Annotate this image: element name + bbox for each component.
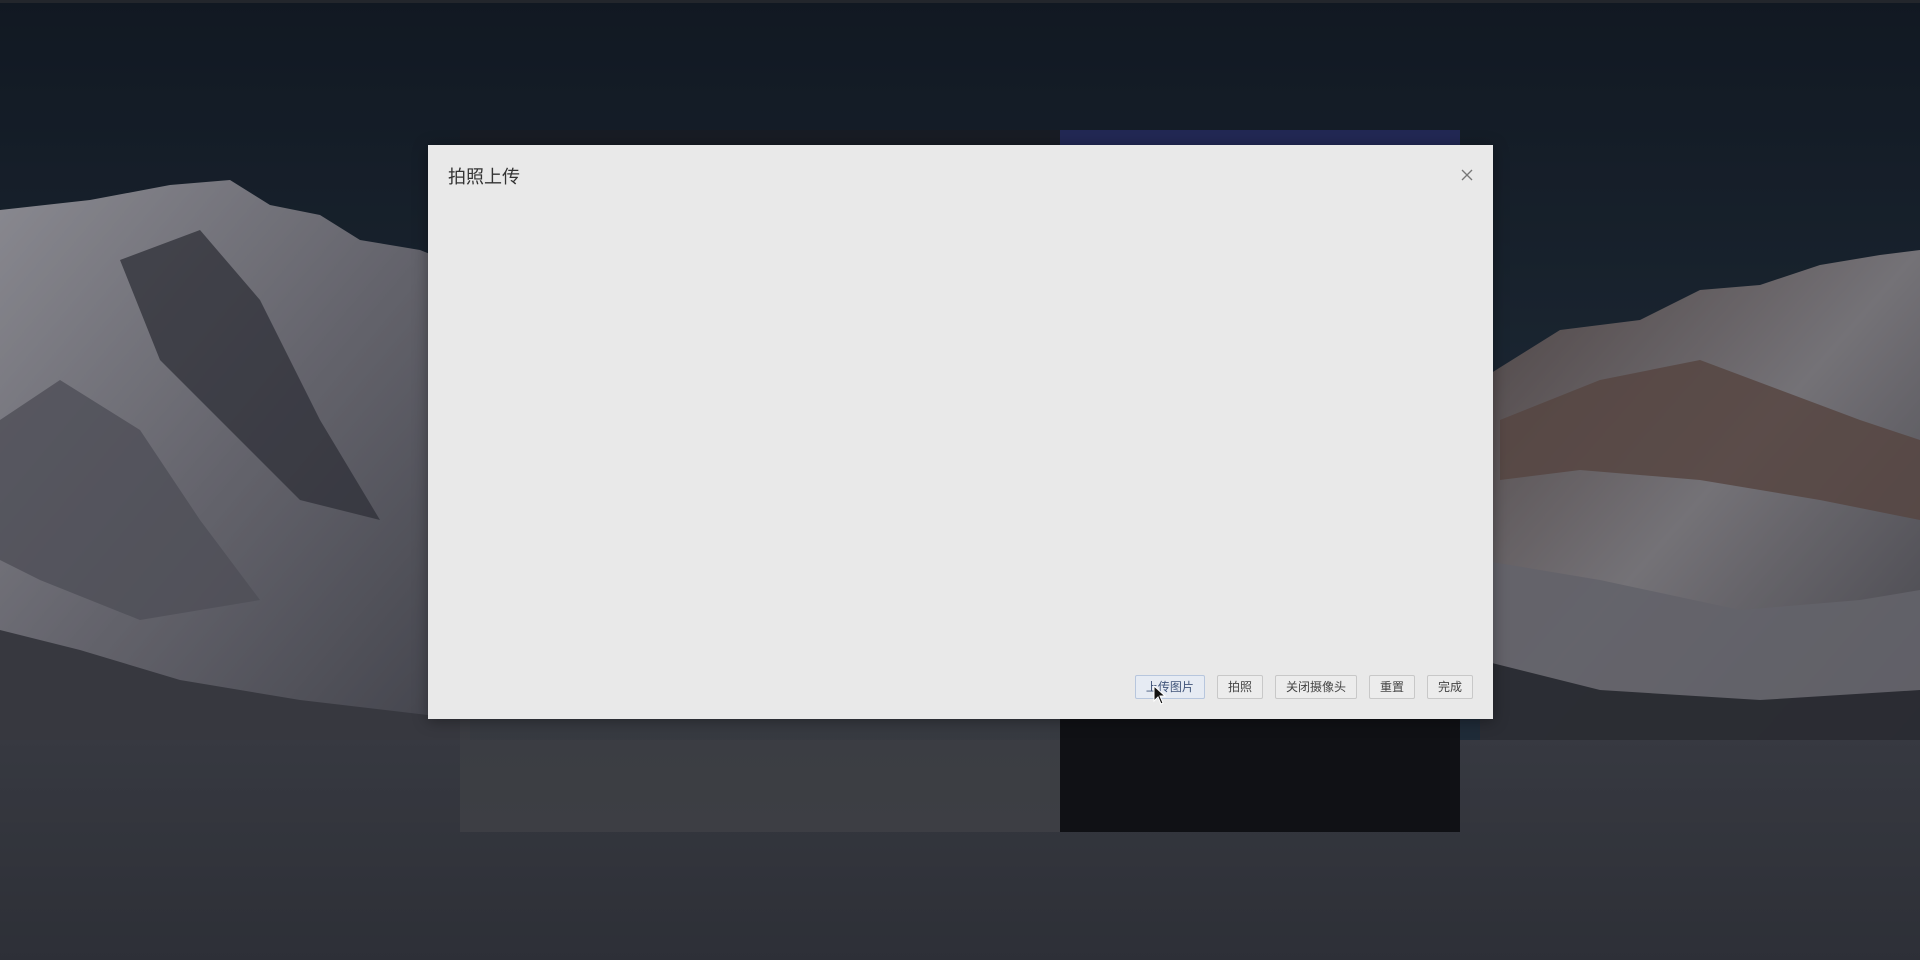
dialog-header: 拍照上传 xyxy=(428,145,1493,207)
dialog-footer: 上传图片 拍照 关闭摄像头 重置 完成 xyxy=(1134,675,1473,699)
dialog-title: 拍照上传 xyxy=(448,167,520,188)
photo-upload-dialog: 拍照上传 上传图片 拍照 关闭摄像头 重置 完成 xyxy=(428,145,1493,719)
take-photo-button[interactable]: 拍照 xyxy=(1216,675,1263,699)
close-icon[interactable] xyxy=(1457,165,1477,185)
desktop-stage: 拍照上传 上传图片 拍照 关闭摄像头 重置 完成 xyxy=(0,0,1920,960)
upload-image-button[interactable]: 上传图片 xyxy=(1134,675,1205,699)
close-camera-button[interactable]: 关闭摄像头 xyxy=(1274,675,1357,699)
reset-button[interactable]: 重置 xyxy=(1368,675,1415,699)
done-button[interactable]: 完成 xyxy=(1426,675,1473,699)
camera-preview-area xyxy=(428,207,1493,647)
